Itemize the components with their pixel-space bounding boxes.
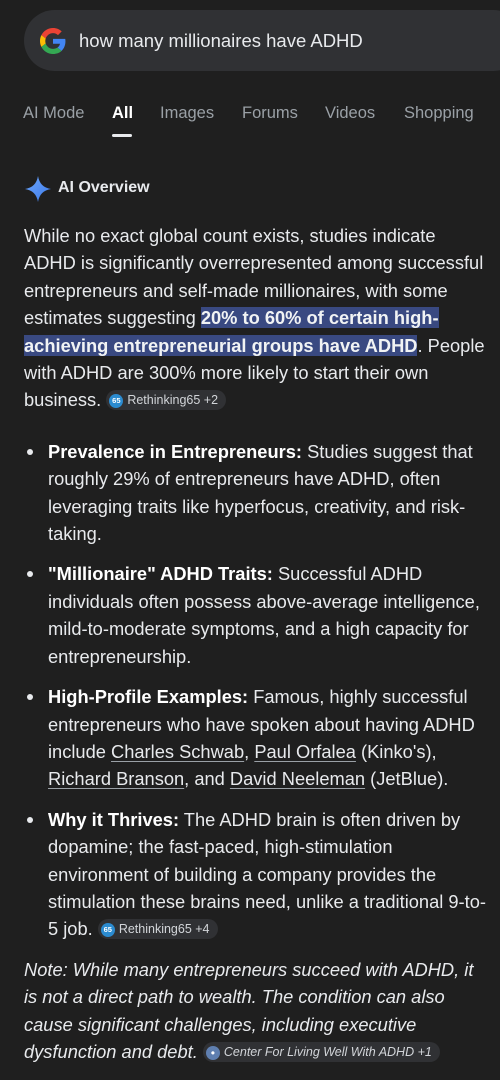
- source-chip-label: Rethinking65 +2: [127, 393, 219, 408]
- source-chip[interactable]: 65 Rethinking65 +2: [106, 390, 227, 411]
- bullet-heading: Why it Thrives:: [48, 808, 180, 830]
- separator-text: ,: [244, 740, 255, 762]
- list-item: "Millionaire" ADHD Traits: Successful AD…: [24, 560, 486, 670]
- rethinking65-favicon-icon: 65: [109, 394, 124, 409]
- search-input[interactable]: how many millionaires have ADHD: [79, 10, 363, 71]
- source-chip-label: Center For Living Well With ADHD +1: [223, 1044, 432, 1059]
- search-tabs: AI Mode All Images Forums Videos Shoppin…: [0, 96, 500, 138]
- tab-forums[interactable]: Forums: [242, 104, 298, 123]
- list-item: High-Profile Examples: Famous, highly su…: [24, 683, 486, 793]
- source-chip[interactable]: ● Center For Living Well With ADHD +1: [202, 1041, 440, 1062]
- active-tab-indicator: [112, 134, 132, 137]
- ai-overview-title: AI Overview: [58, 179, 150, 196]
- note-paragraph: Note: While many entrepreneurs succeed w…: [24, 956, 486, 1066]
- source-chip-label: Rethinking65 +4: [118, 922, 210, 937]
- bullet-heading: High-Profile Examples:: [48, 686, 249, 708]
- ai-overview-content: While no exact global count exists, stud…: [24, 222, 486, 1065]
- list-item: Prevalence in Entrepreneurs: Studies sug…: [24, 438, 486, 548]
- link-david-neeleman[interactable]: David Neeleman: [230, 768, 365, 789]
- intro-paragraph: While no exact global count exists, stud…: [24, 222, 486, 414]
- tab-shopping[interactable]: Shopping: [404, 104, 474, 123]
- bullet-text: (JetBlue).: [365, 768, 449, 790]
- tab-all[interactable]: All: [112, 104, 133, 123]
- list-item: Why it Thrives: The ADHD brain is often …: [24, 806, 486, 943]
- tab-images[interactable]: Images: [160, 104, 214, 123]
- bullet-heading: Prevalence in Entrepreneurs:: [48, 440, 303, 462]
- tab-videos[interactable]: Videos: [325, 104, 375, 123]
- globe-favicon-icon: ●: [205, 1045, 220, 1060]
- bullet-heading: "Millionaire" ADHD Traits:: [48, 563, 273, 585]
- bullet-list: Prevalence in Entrepreneurs: Studies sug…: [24, 438, 486, 943]
- sparkle-icon: [25, 176, 51, 202]
- source-chip[interactable]: 65 Rethinking65 +4: [97, 919, 218, 940]
- separator-text: (Kinko's),: [355, 740, 437, 762]
- link-charles-schwab[interactable]: Charles Schwab: [111, 741, 244, 762]
- rethinking65-favicon-icon: 65: [100, 923, 115, 938]
- link-paul-orfalea[interactable]: Paul Orfalea: [254, 741, 356, 762]
- search-bar[interactable]: how many millionaires have ADHD: [24, 10, 500, 71]
- link-richard-branson[interactable]: Richard Branson: [48, 768, 184, 789]
- google-logo-icon: [40, 28, 66, 54]
- separator-text: , and: [184, 768, 230, 790]
- tab-ai-mode[interactable]: AI Mode: [23, 104, 84, 123]
